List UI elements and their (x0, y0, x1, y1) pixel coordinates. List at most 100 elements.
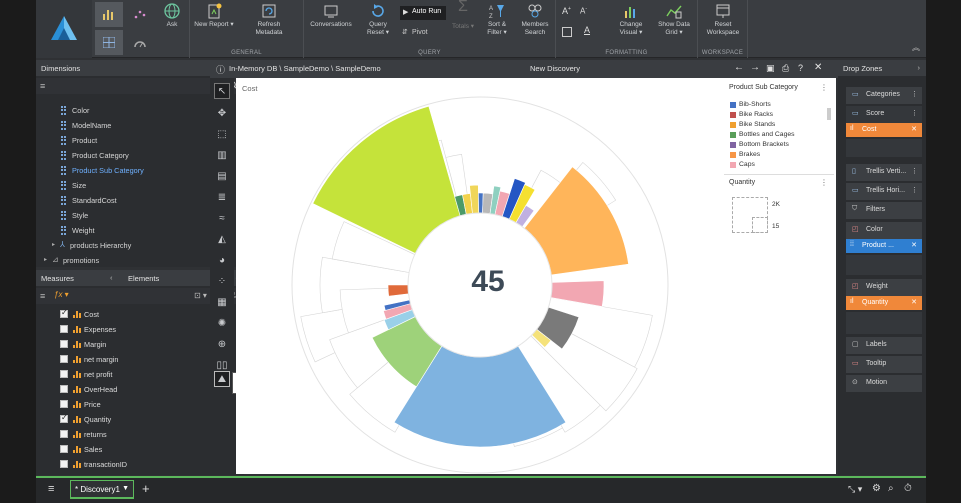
measure-checkbox[interactable] (60, 355, 68, 363)
query-reset-button[interactable]: Query Reset ▾ (360, 3, 396, 37)
new-report-button[interactable]: New Report ▾ (194, 3, 234, 29)
horizontal-bar-icon[interactable]: ≣ (214, 189, 230, 205)
dropzone-score[interactable]: ▭ Score ⋮ (846, 106, 922, 123)
save-icon[interactable]: ▣ (766, 63, 775, 74)
breadcrumb: In-Memory DB \ SampleDemo \ SampleDemo (229, 64, 381, 73)
score-pill-cost[interactable]: ıl Cost ✕ (846, 123, 922, 137)
border-color-icon[interactable] (562, 27, 572, 37)
bar-chart-icon[interactable]: ▤ (214, 168, 230, 184)
weight-pill-quantity[interactable]: ıl Quantity ✕ (846, 296, 922, 310)
grid-chart-icon[interactable]: ▦ (214, 294, 230, 310)
chart-type-gauge-button[interactable] (126, 30, 154, 55)
measure-checkbox[interactable] (60, 413, 68, 423)
pan-tool-icon[interactable]: ✥ (214, 105, 230, 121)
center-value: 45 (471, 265, 505, 298)
members-search-button[interactable]: Members Search (516, 3, 554, 37)
collapse-ribbon-icon[interactable]: ︽ (912, 42, 920, 53)
map-chart-icon[interactable]: ⊕ (214, 336, 230, 352)
refresh-metadata-button[interactable]: Refresh Metadata (244, 3, 294, 37)
chart-type-scatter-button[interactable] (126, 2, 154, 27)
dropzone-motion[interactable]: ⊙ Motion (846, 375, 922, 392)
chart-type-grid-button[interactable] (95, 30, 123, 55)
measure-checkbox[interactable] (60, 445, 68, 453)
list-menu-icon[interactable]: ≡ (40, 291, 45, 301)
measure-checkbox[interactable] (60, 460, 68, 468)
conversations-button[interactable]: Conversations (308, 3, 354, 29)
dropzone-color[interactable]: ◰ Color (846, 222, 922, 239)
dropzone-trellis-vertical[interactable]: ▯ Trellis Verti... ⋮ (846, 164, 922, 181)
select-tool-icon[interactable]: ⬚ (214, 126, 230, 142)
dropzone-categories[interactable]: ▭ Categories ⋮ (846, 87, 922, 104)
change-visual-button[interactable]: Change Visual ▾ (612, 3, 650, 37)
help-icon[interactable]: ? (798, 63, 803, 73)
weight-drop-area[interactable] (846, 312, 922, 334)
close-icon[interactable]: ✕ (814, 62, 822, 73)
timer-icon[interactable]: ⏱ (904, 483, 912, 494)
auto-run-toggle[interactable]: ▶ Auto Run (400, 6, 446, 20)
reset-workspace-button[interactable]: Reset Workspace (700, 3, 746, 37)
font-color-icon[interactable]: A (584, 25, 590, 35)
trellis-vertical-menu-icon[interactable]: ⋮ (911, 167, 918, 175)
list-menu-icon[interactable]: ≡ (40, 81, 45, 91)
size-legend-min-label: 15 (772, 223, 780, 230)
remove-pill-icon[interactable]: ✕ (911, 125, 917, 133)
score-menu-icon[interactable]: ⋮ (911, 109, 918, 117)
color-pill-product-sub-category[interactable]: ⁞⁞ Product ... ✕ (846, 239, 922, 253)
dropzone-trellis-horizontal[interactable]: ▭ Trellis Hori... ⋮ (846, 183, 922, 200)
elements-tab[interactable]: Elements (128, 274, 159, 283)
search-icon[interactable]: ⌕ (888, 483, 894, 494)
size-legend-menu-icon[interactable]: ⋮ (820, 178, 828, 187)
expand-arrow-icon[interactable]: ▸ (52, 241, 55, 248)
area-chart-icon[interactable]: ◭ (214, 231, 230, 247)
print-icon[interactable]: ⎙ (782, 63, 789, 74)
info-icon[interactable]: ⓘ (216, 63, 225, 76)
scatter-chart-icon[interactable]: ⁘ (214, 273, 230, 289)
color-drop-area[interactable] (846, 255, 922, 275)
line-chart-icon[interactable]: ≈ (214, 210, 230, 226)
categories-menu-icon[interactable]: ⋮ (911, 90, 918, 98)
measure-checkbox[interactable] (60, 370, 68, 378)
pie-chart-icon[interactable]: ◕ (214, 252, 230, 268)
infographic-tool-icon[interactable]: ⛰ (214, 371, 230, 387)
back-icon[interactable]: ← (734, 62, 744, 73)
font-decrease-icon[interactable]: A- (580, 6, 587, 16)
show-data-grid-button[interactable]: Show Data Grid ▾ (654, 3, 694, 37)
image-icon[interactable]: ⊡ ▾ (194, 291, 207, 300)
legend-scrollbar[interactable] (827, 108, 831, 120)
measure-checkbox[interactable] (60, 340, 68, 348)
measure-checkbox[interactable] (60, 325, 68, 333)
dropzone-weight[interactable]: ◰ Weight (846, 279, 922, 296)
tab-discovery1[interactable]: * Discovery1 ▼ (70, 480, 134, 499)
collapse-measures-icon[interactable]: ‹ (110, 273, 113, 282)
settings-icon[interactable]: ⚙ (872, 483, 881, 494)
main-menu-icon[interactable]: ≡ (48, 483, 54, 495)
trellis-horizontal-menu-icon[interactable]: ⋮ (911, 186, 918, 194)
remove-pill-icon[interactable]: ✕ (911, 298, 917, 306)
ask-button[interactable]: Ask (158, 3, 186, 29)
totals-button[interactable]: Σ Totals ▾ (448, 0, 478, 31)
score-drop-area[interactable] (846, 139, 922, 157)
tab-dropdown-icon[interactable]: ▼ (122, 485, 129, 492)
dropzone-tooltip[interactable]: ▭ Tooltip (846, 356, 922, 373)
expand-arrow-icon[interactable]: ▸ (44, 256, 47, 263)
dropzone-labels[interactable]: ▢ Labels (846, 337, 922, 354)
radar-chart-icon[interactable]: ✺ (214, 315, 230, 331)
pointer-tool-icon[interactable]: ↖ (214, 83, 230, 99)
measure-checkbox[interactable] (60, 400, 68, 408)
column-chart-icon[interactable]: ▥ (214, 147, 230, 163)
measure-checkbox[interactable] (60, 308, 68, 318)
measure-checkbox[interactable] (60, 430, 68, 438)
add-tab-icon[interactable]: + (142, 481, 150, 496)
font-increase-icon[interactable]: A+ (562, 6, 571, 16)
collapse-right-icon[interactable]: › (918, 63, 921, 72)
function-icon[interactable]: ƒx ▾ (54, 290, 69, 299)
measure-checkbox[interactable] (60, 385, 68, 393)
selection-tool-icon[interactable]: ⤡ ▾ (848, 484, 862, 495)
sort-filter-button[interactable]: AZ Sort & Filter ▾ (480, 3, 514, 37)
dropzone-filters[interactable]: ⛉ Filters (846, 202, 922, 219)
forward-icon[interactable]: → (750, 62, 760, 73)
legend-menu-icon[interactable]: ⋮ (820, 83, 828, 92)
pivot-button[interactable]: ⇵ Pivot (400, 28, 446, 40)
remove-pill-icon[interactable]: ✕ (911, 241, 917, 249)
chart-type-bar-button[interactable] (95, 2, 123, 27)
